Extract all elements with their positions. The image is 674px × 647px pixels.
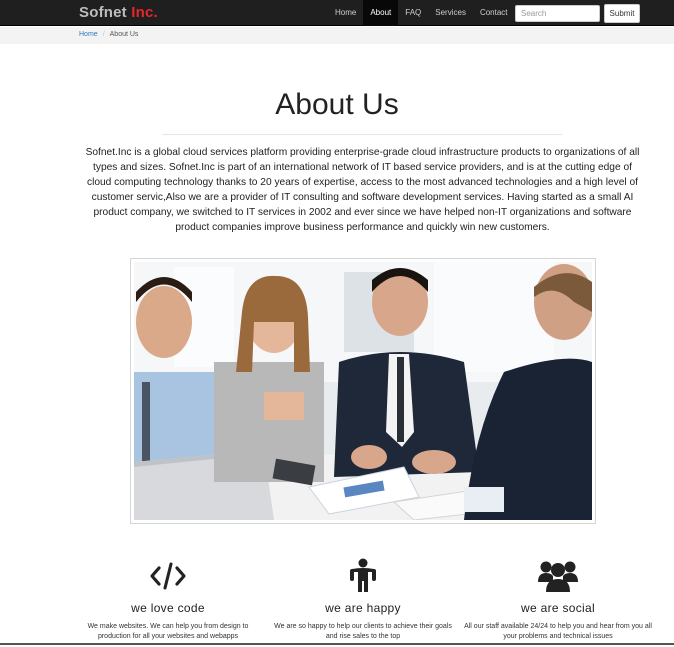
- feature-title: we are happy: [325, 601, 401, 615]
- nav-item-services[interactable]: Services: [428, 0, 473, 26]
- person-icon: [268, 556, 458, 596]
- page-title: About Us: [275, 88, 399, 121]
- feature-text: All our staff available 24/24 to help yo…: [464, 623, 652, 640]
- breadcrumb: Home / About Us: [0, 27, 674, 44]
- page-bottom-border: [0, 643, 674, 645]
- nav-item-home[interactable]: Home: [328, 0, 363, 26]
- breadcrumb-separator: /: [102, 31, 105, 38]
- team-photo-frame: [130, 258, 596, 524]
- search-input[interactable]: [515, 5, 600, 22]
- breadcrumb-home-link[interactable]: Home: [79, 31, 98, 38]
- breadcrumb-trail: Home / About Us: [79, 31, 138, 38]
- team-meeting-photo: [134, 262, 592, 520]
- feature-happy: we are happy We are so happy to help our…: [268, 556, 458, 642]
- users-icon: [463, 556, 653, 596]
- feature-code: we love code We make websites. We can he…: [73, 556, 263, 642]
- nav-item-about[interactable]: About: [363, 0, 399, 26]
- title-divider: [162, 134, 562, 135]
- intro-paragraph: Sofnet.Inc is a global cloud services pl…: [85, 147, 640, 233]
- feature-title: we are social: [521, 601, 595, 615]
- feature-title: we love code: [131, 601, 205, 615]
- nav-item-contact[interactable]: Contact: [473, 0, 515, 26]
- code-icon: [73, 556, 263, 596]
- brand-logo[interactable]: Sofnet Inc.: [79, 4, 158, 21]
- brand-name: Sofnet: [79, 4, 127, 21]
- feature-social: we are social All our staff available 24…: [463, 556, 653, 642]
- brand-suffix: Inc.: [131, 4, 158, 21]
- main-nav: Home About FAQ Services Contact: [328, 0, 515, 26]
- feature-text: We make websites. We can help you from d…: [87, 623, 249, 640]
- feature-text: We are so happy to help our clients to a…: [274, 623, 452, 640]
- breadcrumb-current: About Us: [109, 31, 139, 38]
- top-navbar: Sofnet Inc. Home About FAQ Services Cont…: [0, 0, 674, 26]
- nav-item-faq[interactable]: FAQ: [398, 0, 428, 26]
- submit-button[interactable]: Submit: [604, 4, 640, 23]
